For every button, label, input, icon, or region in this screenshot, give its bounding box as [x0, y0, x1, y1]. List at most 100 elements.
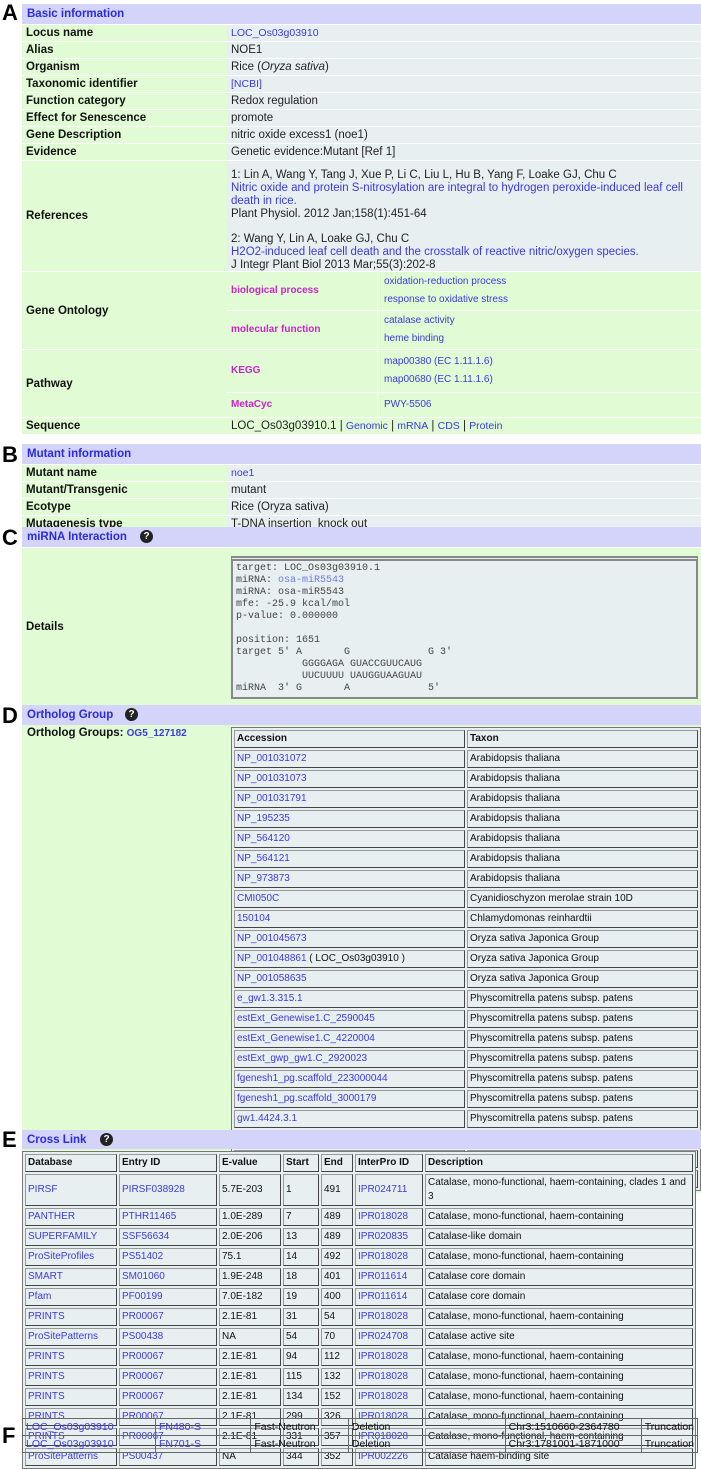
mirna-link[interactable]: osa-miR5543 [278, 575, 344, 586]
cell-link[interactable]: PIRSF038928 [122, 1184, 185, 1195]
cell-link[interactable]: IPR024708 [358, 1331, 408, 1342]
column-header: Accession [234, 730, 465, 748]
cell-link[interactable]: PR00067 [122, 1371, 164, 1382]
table-row: CMI050C Cyanidioschyzon merolae strain 10… [234, 890, 698, 908]
cell-link[interactable]: IPR018028 [358, 1211, 408, 1222]
table-cell: 13 [283, 1228, 319, 1246]
accession-link[interactable]: estExt_Genewise1.C_4220004 [237, 1033, 375, 1044]
accession-link[interactable]: NP_001048861 [237, 953, 307, 964]
cell-link[interactable]: ProSitePatterns [28, 1331, 98, 1342]
cell-link[interactable]: FN480-S [159, 1421, 201, 1433]
cell-link[interactable]: SSF56634 [122, 1231, 169, 1242]
sequence-protein-link[interactable]: Protein [469, 420, 502, 432]
cell-link[interactable]: LOC_Os03g03910 [26, 1438, 114, 1450]
accession-link[interactable]: e_gw1.3.315.1 [237, 993, 303, 1004]
term-link[interactable]: map00380 (EC 1.11.1.6) [384, 353, 701, 371]
cell-link[interactable]: PR00067 [122, 1311, 164, 1322]
taxon-cell: Arabidopsis thaliana [467, 770, 698, 788]
term-link[interactable]: map00680 (EC 1.11.1.6) [384, 371, 701, 389]
info-link[interactable]: noe1 [231, 467, 254, 479]
cell-link[interactable]: PF00199 [122, 1291, 163, 1302]
cell-link[interactable]: PR00067 [122, 1391, 164, 1402]
sequence-genomic-link[interactable]: Genomic [346, 420, 388, 432]
cell-link[interactable]: PR00067 [122, 1351, 164, 1362]
accession-link[interactable]: NP_001058635 [237, 973, 307, 984]
cell-link[interactable]: IPR018028 [358, 1351, 408, 1362]
cell-link[interactable]: SM01060 [122, 1271, 165, 1282]
accession-link[interactable]: NP_001031073 [237, 773, 307, 784]
accession-link[interactable]: fgenesh1_pg.scaffold_3000179 [237, 1093, 376, 1104]
sequence-cds-link[interactable]: CDS [438, 420, 460, 432]
info-link[interactable]: [NCBI] [231, 78, 262, 90]
cell-link[interactable]: IPR018028 [358, 1311, 408, 1322]
cell-link[interactable]: PS51402 [122, 1251, 163, 1262]
panel-label-a: A [2, 0, 18, 25]
help-icon[interactable]: ? [125, 708, 138, 721]
cell-link[interactable]: IPR018028 [358, 1391, 408, 1402]
basic-information-section: Basic information Locus name LOC_Os03g039… [22, 4, 701, 435]
cell-link[interactable]: FN701-S [159, 1438, 201, 1450]
mirna-interaction-section: miRNA Interaction ? Details target: LOC_… [22, 527, 701, 707]
accession-link[interactable]: estExt_gwp_gw1.C_2920023 [237, 1053, 367, 1064]
table-cell: Catalase-like domain [425, 1228, 693, 1246]
accession-link[interactable]: NP_564121 [237, 853, 290, 864]
cell-link[interactable]: PS00438 [122, 1331, 163, 1342]
term-link[interactable]: oxidation-reduction process [384, 273, 701, 291]
accession-link[interactable]: CMI050C [237, 893, 279, 904]
reference-title-link[interactable]: Nitric oxide and protein S-nitrosylation… [231, 182, 697, 208]
cell-link[interactable]: IPR018028 [358, 1251, 408, 1262]
mirna-alignment-box: target: LOC_Os03g03910.1 miRNA: osa-miR5… [231, 555, 698, 699]
table-cell: IPR020835 [355, 1228, 423, 1246]
column-header: Description [425, 1154, 693, 1172]
cell-link[interactable]: IPR024711 [358, 1184, 407, 1195]
table-cell: Catalase core domain [425, 1268, 693, 1286]
cell-link[interactable]: PRINTS [28, 1311, 65, 1322]
cell-link[interactable]: PTHR11465 [122, 1211, 176, 1222]
cell-link[interactable]: Pfam [28, 1291, 51, 1302]
table-cell: Catalase, mono-functional, haem-containi… [425, 1388, 693, 1406]
accession-link[interactable]: NP_001031791 [237, 793, 307, 804]
accession-link[interactable]: gw1.4424.3.1 [237, 1113, 297, 1124]
cell-link[interactable]: PANTHER [28, 1211, 75, 1222]
term-link[interactable]: catalase activity [384, 312, 701, 330]
cell-link[interactable]: PRINTS [28, 1371, 65, 1382]
panel-label-c: C [2, 525, 18, 550]
accession-link[interactable]: NP_001045673 [237, 933, 307, 944]
cell-link[interactable]: PRINTS [28, 1351, 65, 1362]
sequence-mrna-link[interactable]: mRNA [397, 420, 428, 432]
gene-ontology-label: Gene Ontology [22, 272, 227, 349]
cell-link[interactable]: PRINTS [28, 1391, 65, 1402]
accession-link[interactable]: fgenesh1_pg.scaffold_223000044 [237, 1073, 388, 1084]
cell-link[interactable]: LOC_Os03g03910 [26, 1421, 114, 1433]
accession-link[interactable]: NP_001031072 [237, 753, 307, 764]
ortholog-group-link[interactable]: OG5_127182 [127, 728, 187, 739]
accession-link[interactable]: NP_973873 [237, 873, 290, 884]
cell-link[interactable]: IPR018028 [358, 1371, 408, 1382]
cell-link[interactable]: IPR020835 [358, 1231, 408, 1242]
taxon-cell: Arabidopsis thaliana [467, 790, 698, 808]
help-icon[interactable]: ? [100, 1133, 113, 1146]
info-link[interactable]: LOC_Os03g03910 [231, 27, 319, 39]
accession-link[interactable]: NP_564120 [237, 833, 290, 844]
cell-link[interactable]: SMART [28, 1271, 63, 1282]
term-link[interactable]: response to oxidative stress [384, 291, 701, 309]
term-link[interactable]: heme binding [384, 330, 701, 348]
table-cell: 489 [321, 1208, 353, 1226]
reference-title-link[interactable]: H2O2-induced leaf cell death and the cro… [231, 246, 697, 259]
cell-link[interactable]: PIRSF [28, 1184, 57, 1195]
table-cell: 400 [321, 1288, 353, 1306]
term-link[interactable]: PWY-5506 [384, 396, 701, 414]
info-row: Gene Description nitric oxide excess1 (no… [22, 127, 701, 143]
cell-link[interactable]: IPR011614 [358, 1291, 407, 1302]
help-icon[interactable]: ? [140, 530, 153, 543]
taxon-cell: Arabidopsis thaliana [467, 750, 698, 768]
accession-link[interactable]: estExt_Genewise1.C_2590045 [237, 1013, 375, 1024]
table-cell: ProSiteProfiles [25, 1248, 117, 1266]
accession-cell: gw1.4424.3.1 [234, 1110, 465, 1128]
table-cell: NA [219, 1328, 281, 1346]
cell-link[interactable]: IPR011614 [358, 1271, 407, 1282]
cell-link[interactable]: SUPERFAMILY [28, 1231, 97, 1242]
accession-link[interactable]: 150104 [237, 913, 270, 924]
cell-link[interactable]: ProSiteProfiles [28, 1251, 94, 1262]
accession-link[interactable]: NP_195235 [237, 813, 290, 824]
